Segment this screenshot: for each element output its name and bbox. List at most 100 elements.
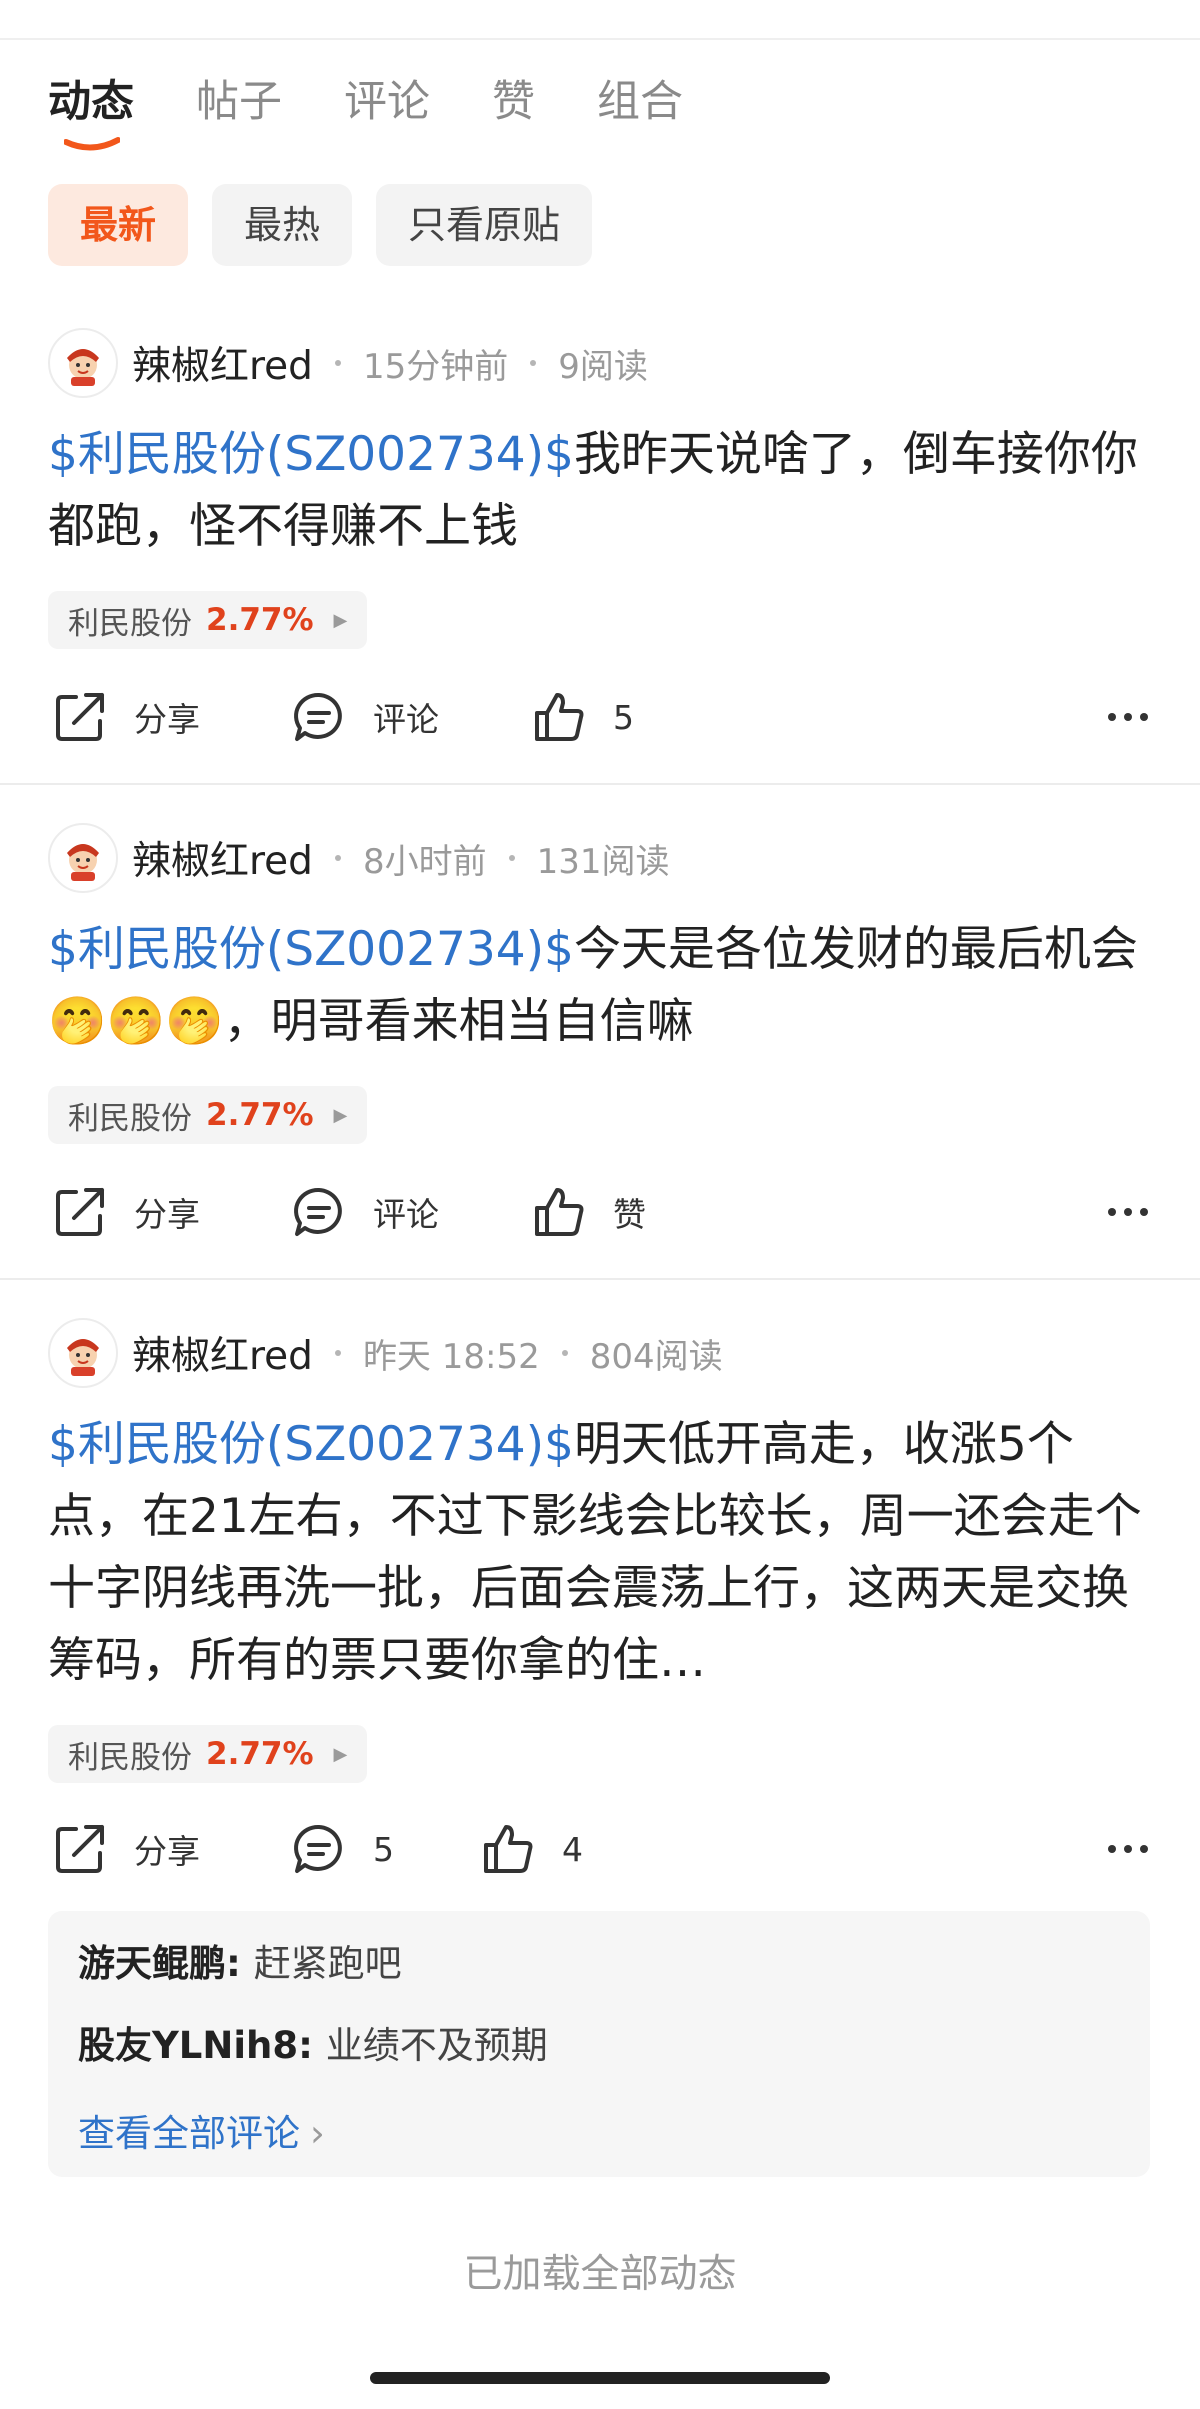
post-text: 今天是各位发财的最后机会 bbox=[573, 922, 1138, 977]
like-button[interactable]: 5 bbox=[531, 677, 634, 757]
post-body[interactable]: $利民股份(SZ002734)$明天低开高走，收涨5个点，在21左右，不过下影线… bbox=[48, 1409, 1158, 1697]
comment-button[interactable]: 评论 bbox=[291, 1172, 439, 1252]
top-divider bbox=[0, 38, 1200, 40]
meta-dot bbox=[334, 855, 341, 861]
like-button[interactable]: 赞 bbox=[531, 1172, 646, 1252]
stock-tag[interactable]: 利民股份 2.77% ▶ bbox=[48, 1086, 368, 1144]
post-divider bbox=[0, 783, 1200, 785]
share-icon bbox=[56, 1188, 104, 1236]
filter-latest[interactable]: 最新 bbox=[48, 184, 189, 266]
tab-label: 动态 bbox=[48, 77, 134, 127]
post-time: 15分钟前 bbox=[362, 346, 509, 387]
stock-tag-change: 2.77% bbox=[206, 602, 314, 638]
more-icon bbox=[1124, 1845, 1132, 1853]
more-button[interactable] bbox=[1100, 677, 1148, 757]
post-header: 辣椒红red 15分钟前 9阅读 bbox=[48, 327, 670, 399]
more-button[interactable] bbox=[1100, 1809, 1148, 1889]
comment-count: 5 bbox=[373, 1829, 394, 1869]
tab-likes[interactable]: 赞 bbox=[492, 70, 535, 134]
post-text: ，明哥看来相当自信嘛 bbox=[223, 994, 694, 1049]
emoji: 🤭 bbox=[106, 994, 166, 1049]
share-label: 分享 bbox=[134, 1195, 200, 1234]
comment-user[interactable]: 股友YLNih8 bbox=[78, 2024, 298, 2067]
play-arrow-icon: ▶ bbox=[333, 1743, 348, 1765]
post-time: 8小时前 bbox=[362, 841, 487, 882]
filter-hot[interactable]: 最热 bbox=[212, 184, 353, 266]
share-icon bbox=[56, 693, 104, 741]
more-icon bbox=[1140, 1208, 1148, 1216]
like-count: 5 bbox=[613, 697, 634, 737]
share-button[interactable]: 分享 bbox=[52, 1809, 200, 1889]
stock-tag[interactable]: 利民股份 2.77% ▶ bbox=[48, 591, 368, 649]
stock-link[interactable]: $利民股份(SZ002734)$ bbox=[48, 1417, 574, 1472]
more-icon bbox=[1140, 1845, 1148, 1853]
tab-label: 帖子 bbox=[196, 77, 282, 127]
read-count: 804阅读 bbox=[589, 1336, 723, 1377]
tab-label: 评论 bbox=[344, 77, 430, 127]
avatar[interactable] bbox=[48, 328, 118, 398]
post-body[interactable]: $利民股份(SZ002734)$今天是各位发财的最后机会🤭🤭🤭，明哥看来相当自信… bbox=[48, 914, 1158, 1058]
like-button[interactable]: 4 bbox=[480, 1809, 583, 1889]
share-button[interactable]: 分享 bbox=[52, 1172, 200, 1252]
comment-preview: 游天鲲鹏: 赶紧跑吧 股友YLNih8: 业绩不及预期 查看全部评论 › bbox=[48, 1911, 1150, 2177]
stock-tag-name: 利民股份 bbox=[68, 1739, 192, 1776]
post-actions: 分享 评论 赞 bbox=[0, 1172, 1200, 1252]
comment-icon bbox=[294, 1187, 342, 1236]
comment-user[interactable]: 游天鲲鹏 bbox=[78, 1942, 226, 1985]
avatar[interactable] bbox=[48, 823, 118, 893]
more-icon bbox=[1108, 1208, 1116, 1216]
like-label: 赞 bbox=[613, 1195, 646, 1234]
more-button[interactable] bbox=[1100, 1172, 1148, 1252]
more-icon bbox=[1140, 713, 1148, 721]
post-time: 昨天 18:52 bbox=[362, 1336, 540, 1377]
stock-link[interactable]: $利民股份(SZ002734)$ bbox=[48, 922, 574, 977]
more-icon bbox=[1108, 1845, 1116, 1853]
post-divider bbox=[0, 1278, 1200, 1280]
home-indicator[interactable] bbox=[370, 2372, 830, 2384]
share-button[interactable]: 分享 bbox=[52, 677, 200, 757]
share-icon bbox=[56, 1825, 104, 1873]
username[interactable]: 辣椒红red bbox=[132, 1325, 313, 1381]
share-label: 分享 bbox=[134, 700, 200, 739]
comment-button[interactable]: 评论 bbox=[291, 677, 439, 757]
stock-tag-change: 2.77% bbox=[206, 1736, 314, 1772]
comment-item[interactable]: 游天鲲鹏: 赶紧跑吧 bbox=[78, 1933, 402, 1987]
active-tab-indicator bbox=[64, 137, 120, 151]
tab-dynamic[interactable]: 动态 bbox=[48, 70, 134, 151]
stock-link[interactable]: $利民股份(SZ002734)$ bbox=[48, 427, 574, 482]
comment-separator: : bbox=[226, 1942, 254, 1985]
post-body[interactable]: $利民股份(SZ002734)$我昨天说啥了，倒车接你你都跑，怪不得赚不上钱 bbox=[48, 419, 1158, 563]
meta-dot bbox=[334, 1350, 341, 1356]
username[interactable]: 辣椒红red bbox=[132, 335, 313, 391]
stock-tag-change: 2.77% bbox=[206, 1097, 314, 1133]
tab-posts[interactable]: 帖子 bbox=[196, 70, 282, 134]
all-loaded-text: 已加载全部动态 bbox=[463, 2252, 737, 2297]
comment-text: 业绩不及预期 bbox=[325, 2024, 548, 2067]
stock-tag-name: 利民股份 bbox=[68, 605, 192, 642]
username[interactable]: 辣椒红red bbox=[132, 830, 313, 886]
filter-chips: 最新 最热 只看原贴 bbox=[48, 184, 616, 266]
share-label: 分享 bbox=[134, 1832, 200, 1871]
comment-button[interactable]: 5 bbox=[291, 1809, 394, 1889]
view-all-label: 查看全部评论 bbox=[78, 2112, 300, 2155]
post-actions: 分享 5 4 bbox=[0, 1809, 1200, 1889]
like-count: 4 bbox=[562, 1829, 583, 1869]
more-icon bbox=[1124, 1208, 1132, 1216]
avatar[interactable] bbox=[48, 1318, 118, 1388]
tab-portfolio[interactable]: 组合 bbox=[597, 70, 683, 134]
tab-label: 赞 bbox=[492, 77, 535, 127]
play-arrow-icon: ▶ bbox=[333, 1104, 348, 1126]
tab-comments[interactable]: 评论 bbox=[344, 70, 430, 134]
more-icon bbox=[1108, 713, 1116, 721]
chevron-right-icon: › bbox=[310, 2112, 325, 2155]
filter-original-only[interactable]: 只看原贴 bbox=[376, 184, 593, 266]
comment-label: 评论 bbox=[373, 1195, 439, 1234]
like-icon bbox=[535, 1188, 584, 1236]
post-actions: 分享 评论 5 bbox=[0, 677, 1200, 757]
read-count: 9阅读 bbox=[558, 346, 648, 387]
comment-item[interactable]: 股友YLNih8: 业绩不及预期 bbox=[78, 2015, 548, 2069]
stock-tag[interactable]: 利民股份 2.77% ▶ bbox=[48, 1725, 368, 1783]
stock-tag-name: 利民股份 bbox=[68, 1100, 192, 1137]
view-all-comments-link[interactable]: 查看全部评论 › bbox=[78, 2103, 325, 2157]
tab-label: 组合 bbox=[597, 77, 683, 127]
